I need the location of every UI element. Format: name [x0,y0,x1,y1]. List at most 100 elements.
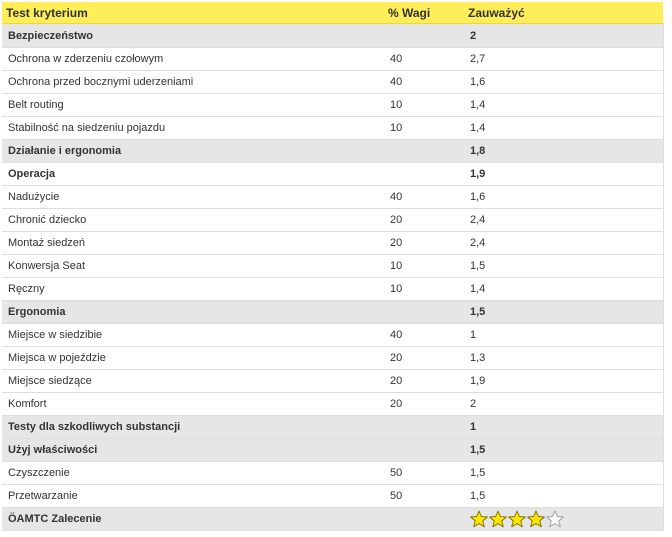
section-row: Użyj właściwości 1,5 [2,438,664,462]
rating-stars [464,507,664,531]
row-score: 1,4 [464,277,664,301]
row-label: Komfort [2,392,384,416]
row-score: 2,7 [464,47,664,71]
row-label: Nadużycie [2,185,384,209]
table-row: Miejsce siedzące 20 1,9 [2,369,664,393]
row-weight: 10 [384,116,464,140]
table-row: Przetwarzanie 50 1,5 [2,484,664,508]
row-weight: 20 [384,346,464,370]
row-label: Operacja [2,162,384,186]
section-row: Działanie i ergonomia 1,8 [2,139,664,163]
row-score: 1,5 [464,438,664,462]
row-label: Miejsce siedzące [2,369,384,393]
table-row: Konwersja Seat 10 1,5 [2,254,664,278]
row-weight [384,139,464,163]
row-score: 1,3 [464,346,664,370]
table-row: Belt routing 10 1,4 [2,93,664,117]
row-label: Ręczny [2,277,384,301]
row-weight: 50 [384,461,464,485]
row-score: 1,6 [464,185,664,209]
row-score: 1 [464,323,664,347]
row-label: Belt routing [2,93,384,117]
recommendation-row: ÖAMTC Zalecenie [2,507,664,531]
star-filled-icon [489,510,507,528]
row-score: 2 [464,392,664,416]
row-score: 1,9 [464,369,664,393]
row-weight: 40 [384,47,464,71]
header-weight: % Wagi [384,2,464,24]
row-label: Użyj właściwości [2,438,384,462]
row-weight [384,23,464,48]
star-filled-icon [508,510,526,528]
row-weight: 10 [384,254,464,278]
row-score: 2 [464,23,664,48]
row-weight [384,438,464,462]
row-label: Ochrona w zderzeniu czołowym [2,47,384,71]
row-score: 2,4 [464,208,664,232]
row-weight: 10 [384,277,464,301]
table-row: Czyszczenie 50 1,5 [2,461,664,485]
row-score: 1,5 [464,461,664,485]
row-weight [384,415,464,439]
section-row: Bezpieczeństwo 2 [2,23,664,48]
row-label: Miejsce w siedzibie [2,323,384,347]
row-label: Czyszczenie [2,461,384,485]
row-label: Przetwarzanie [2,484,384,508]
star-filled-icon [470,510,488,528]
row-label: Bezpieczeństwo [2,23,384,48]
table-row: Ochrona przed bocznymi uderzeniami 40 1,6 [2,70,664,94]
row-label: Miejsca w pojeździe [2,346,384,370]
row-weight [384,300,464,324]
row-score: 1,4 [464,116,664,140]
table-row: Miejsca w pojeździe 20 1,3 [2,346,664,370]
recommendation-weight [384,507,464,531]
recommendation-label: ÖAMTC Zalecenie [2,507,384,531]
row-weight: 20 [384,392,464,416]
table-row: Montaż siedzeń 20 2,4 [2,231,664,255]
row-score: 1,5 [464,254,664,278]
row-weight: 40 [384,185,464,209]
row-label: Testy dla szkodliwych substancji [2,415,384,439]
row-weight: 40 [384,323,464,347]
row-label: Działanie i ergonomia [2,139,384,163]
row-weight: 10 [384,93,464,117]
table-row: Stabilność na siedzeniu pojazdu 10 1,4 [2,116,664,140]
star-empty-icon [546,510,564,528]
row-score: 1,8 [464,139,664,163]
row-weight [384,162,464,186]
row-label: Ochrona przed bocznymi uderzeniami [2,70,384,94]
table-row: Nadużycie 40 1,6 [2,185,664,209]
row-label: Ergonomia [2,300,384,324]
row-weight: 20 [384,208,464,232]
section-row: Ergonomia 1,5 [2,300,664,324]
table-row: Komfort 20 2 [2,392,664,416]
test-results-table: Test kryterium % Wagi Zauważyć Bezpiecze… [2,2,664,531]
header-criterion: Test kryterium [2,2,384,24]
row-score: 1 [464,415,664,439]
row-label: Chronić dziecko [2,208,384,232]
row-weight: 50 [384,484,464,508]
table-row: Ręczny 10 1,4 [2,277,664,301]
row-weight: 20 [384,231,464,255]
row-weight: 40 [384,70,464,94]
star-filled-icon [527,510,545,528]
row-label: Konwersja Seat [2,254,384,278]
table-row: Miejsce w siedzibie 40 1 [2,323,664,347]
row-score: 1,4 [464,93,664,117]
header-score: Zauważyć [464,2,663,24]
table-row: Chronić dziecko 20 2,4 [2,208,664,232]
row-score: 1,9 [464,162,664,186]
section-row: Operacja 1,9 [2,162,664,186]
table-body: Bezpieczeństwo 2 Ochrona w zderzeniu czoło… [2,23,664,531]
row-label: Montaż siedzeń [2,231,384,255]
table-row: Ochrona w zderzeniu czołowym 40 2,7 [2,47,664,71]
section-row: Testy dla szkodliwych substancji 1 [2,415,664,439]
row-label: Stabilność na siedzeniu pojazdu [2,116,384,140]
row-score: 1,5 [464,300,664,324]
row-score: 1,6 [464,70,664,94]
test-results-panel: Test kryterium % Wagi Zauważyć Bezpiecze… [2,2,664,531]
row-score: 2,4 [464,231,664,255]
table-header-row: Test kryterium % Wagi Zauważyć [2,2,663,24]
row-score: 1,5 [464,484,664,508]
row-weight: 20 [384,369,464,393]
